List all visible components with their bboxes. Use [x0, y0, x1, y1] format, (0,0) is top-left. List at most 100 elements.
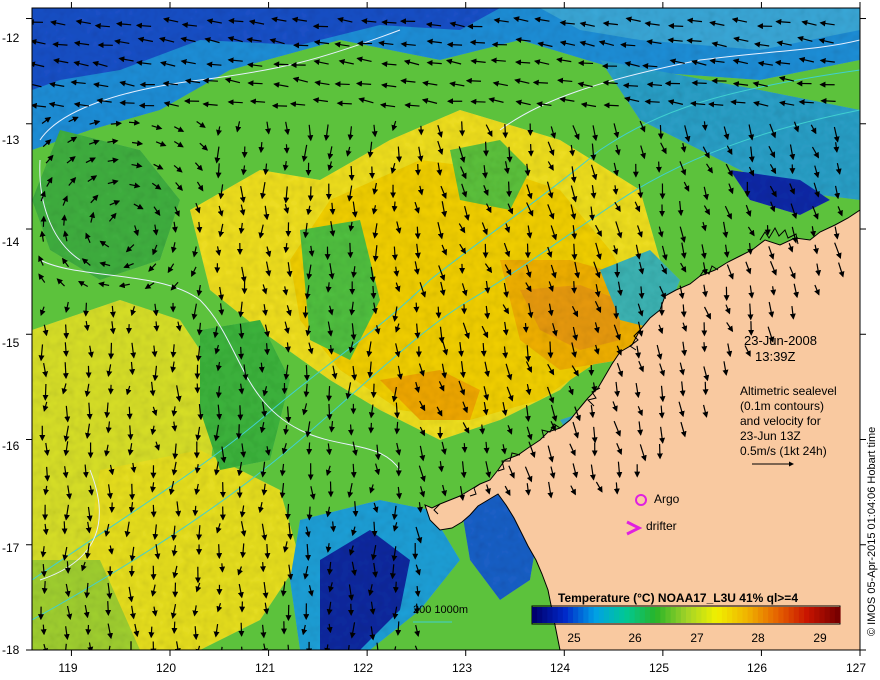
annotation-line-5: 0.5m/s (1kt 24h): [740, 444, 827, 458]
map-date: 23-Jun-2008: [744, 333, 817, 348]
lon-label: 120: [155, 661, 177, 675]
velocity-arrow: [273, 61, 289, 68]
velocity-arrow: [657, 125, 664, 140]
velocity-arrow: [126, 406, 133, 420]
velocity-arrow: [547, 341, 554, 359]
velocity-arrow: [820, 97, 836, 104]
velocity-arrow: [391, 201, 398, 213]
velocity-arrow: [502, 124, 509, 139]
velocity-arrow: [148, 626, 155, 639]
velocity-arrow: [108, 342, 115, 360]
colorbar-tick: 29: [813, 631, 827, 645]
colorbar-tick: 25: [567, 631, 581, 645]
colorbar-cell: [737, 607, 744, 623]
velocity-arrow: [326, 403, 333, 421]
velocity-arrow: [306, 506, 313, 521]
colorbar-cell: [578, 607, 584, 623]
colorbar-cell: [644, 607, 651, 623]
colorbar-cell: [686, 607, 692, 623]
velocity-arrow: [461, 443, 468, 453]
lon-label: 122: [352, 661, 374, 675]
velocity-arrow: [414, 226, 421, 240]
colorbar-tick: 28: [751, 631, 765, 645]
colorbar-cell: [763, 607, 769, 623]
colorbar-cell: [752, 607, 759, 623]
colorbar-cell: [629, 607, 636, 623]
velocity-arrow: [392, 581, 399, 594]
annotation-line-4: 23-Jun 13Z: [740, 429, 801, 443]
colorbar-cell: [798, 607, 805, 623]
colorbar-tick: 26: [628, 631, 642, 645]
velocity-arrow: [259, 562, 266, 573]
colorbar-cell: [532, 607, 538, 623]
colorbar-cell: [706, 607, 713, 623]
colorbar-title: Temperature (°C) NOAA17_L3U 41% ql>=4: [558, 591, 798, 605]
colorbar-cell: [788, 607, 795, 623]
credit-text: © IMOS 05-Apr-2015 01:04:06 Hobart time: [866, 426, 878, 636]
drifter-label: drifter: [646, 519, 677, 533]
colorbar-gradient: [532, 607, 841, 623]
colorbar-cell: [824, 607, 831, 623]
velocity-arrow: [219, 563, 226, 573]
colorbar-cell: [732, 607, 738, 623]
annotation-line-3: and velocity for: [740, 414, 821, 428]
colorbar-cell: [670, 607, 677, 623]
colorbar-cell: [573, 607, 579, 623]
velocity-arrow: [41, 580, 48, 595]
colorbar-cell: [742, 607, 749, 623]
colorbar-cell: [542, 607, 548, 623]
colorbar-cell: [598, 607, 605, 623]
depth-legend-label: 200 1000m: [413, 604, 469, 616]
velocity-arrow: [395, 621, 402, 636]
velocity-arrow: [347, 424, 354, 436]
colorbar-cell: [834, 607, 841, 623]
velocity-arrow: [307, 186, 314, 202]
lat-label: -18: [2, 643, 20, 657]
colorbar-cell: [660, 607, 667, 623]
colorbar-cell: [757, 607, 764, 623]
lon-label: 119: [58, 661, 78, 675]
velocity-arrow: [470, 98, 486, 105]
velocity-arrow: [216, 544, 223, 560]
velocity-arrow: [483, 141, 490, 157]
velocity-arrow: [105, 601, 112, 616]
colorbar-cell: [804, 607, 810, 623]
velocity-arrow: [42, 384, 49, 401]
velocity-arrow: [668, 22, 684, 29]
velocity-arrow: [522, 322, 529, 333]
annotation-line-2: (0.1m contours): [740, 399, 825, 413]
velocity-arrow: [283, 144, 290, 154]
colorbar-cell: [665, 607, 672, 623]
velocity-arrow: [128, 119, 141, 126]
colorbar-cell: [624, 607, 631, 623]
colorbar-cell: [829, 607, 836, 623]
colorbar-cell: [537, 607, 543, 623]
colorbar-cell: [557, 607, 564, 623]
argo-label: Argo: [654, 492, 680, 506]
velocity-arrow: [227, 99, 243, 106]
velocity-arrow: [701, 342, 708, 353]
lon-label: 121: [254, 661, 276, 675]
velocity-arrow: [62, 362, 69, 380]
velocity-arrow: [237, 405, 244, 421]
lat-label: -15: [2, 336, 20, 350]
colorbar-cell: [588, 607, 595, 623]
colorbar-cell: [721, 607, 728, 623]
colorbar-cell: [778, 607, 785, 623]
velocity-arrow: [40, 624, 47, 636]
velocity-arrow: [247, 80, 263, 87]
velocity-arrow: [613, 305, 620, 320]
colorbar-cell: [819, 607, 826, 623]
velocity-arrow: [571, 281, 578, 294]
velocity-arrow: [347, 242, 354, 259]
velocity-arrow: [435, 306, 442, 319]
colorbar-cell: [547, 607, 554, 623]
velocity-arrow: [370, 285, 377, 300]
velocity-arrow: [446, 41, 463, 48]
velocity-arrow: [350, 463, 357, 479]
lon-label: 126: [746, 661, 768, 675]
velocity-arrow: [264, 543, 271, 560]
velocity-arrow: [171, 621, 178, 634]
lat-label: -12: [2, 31, 20, 45]
colorbar-cell: [696, 607, 702, 623]
